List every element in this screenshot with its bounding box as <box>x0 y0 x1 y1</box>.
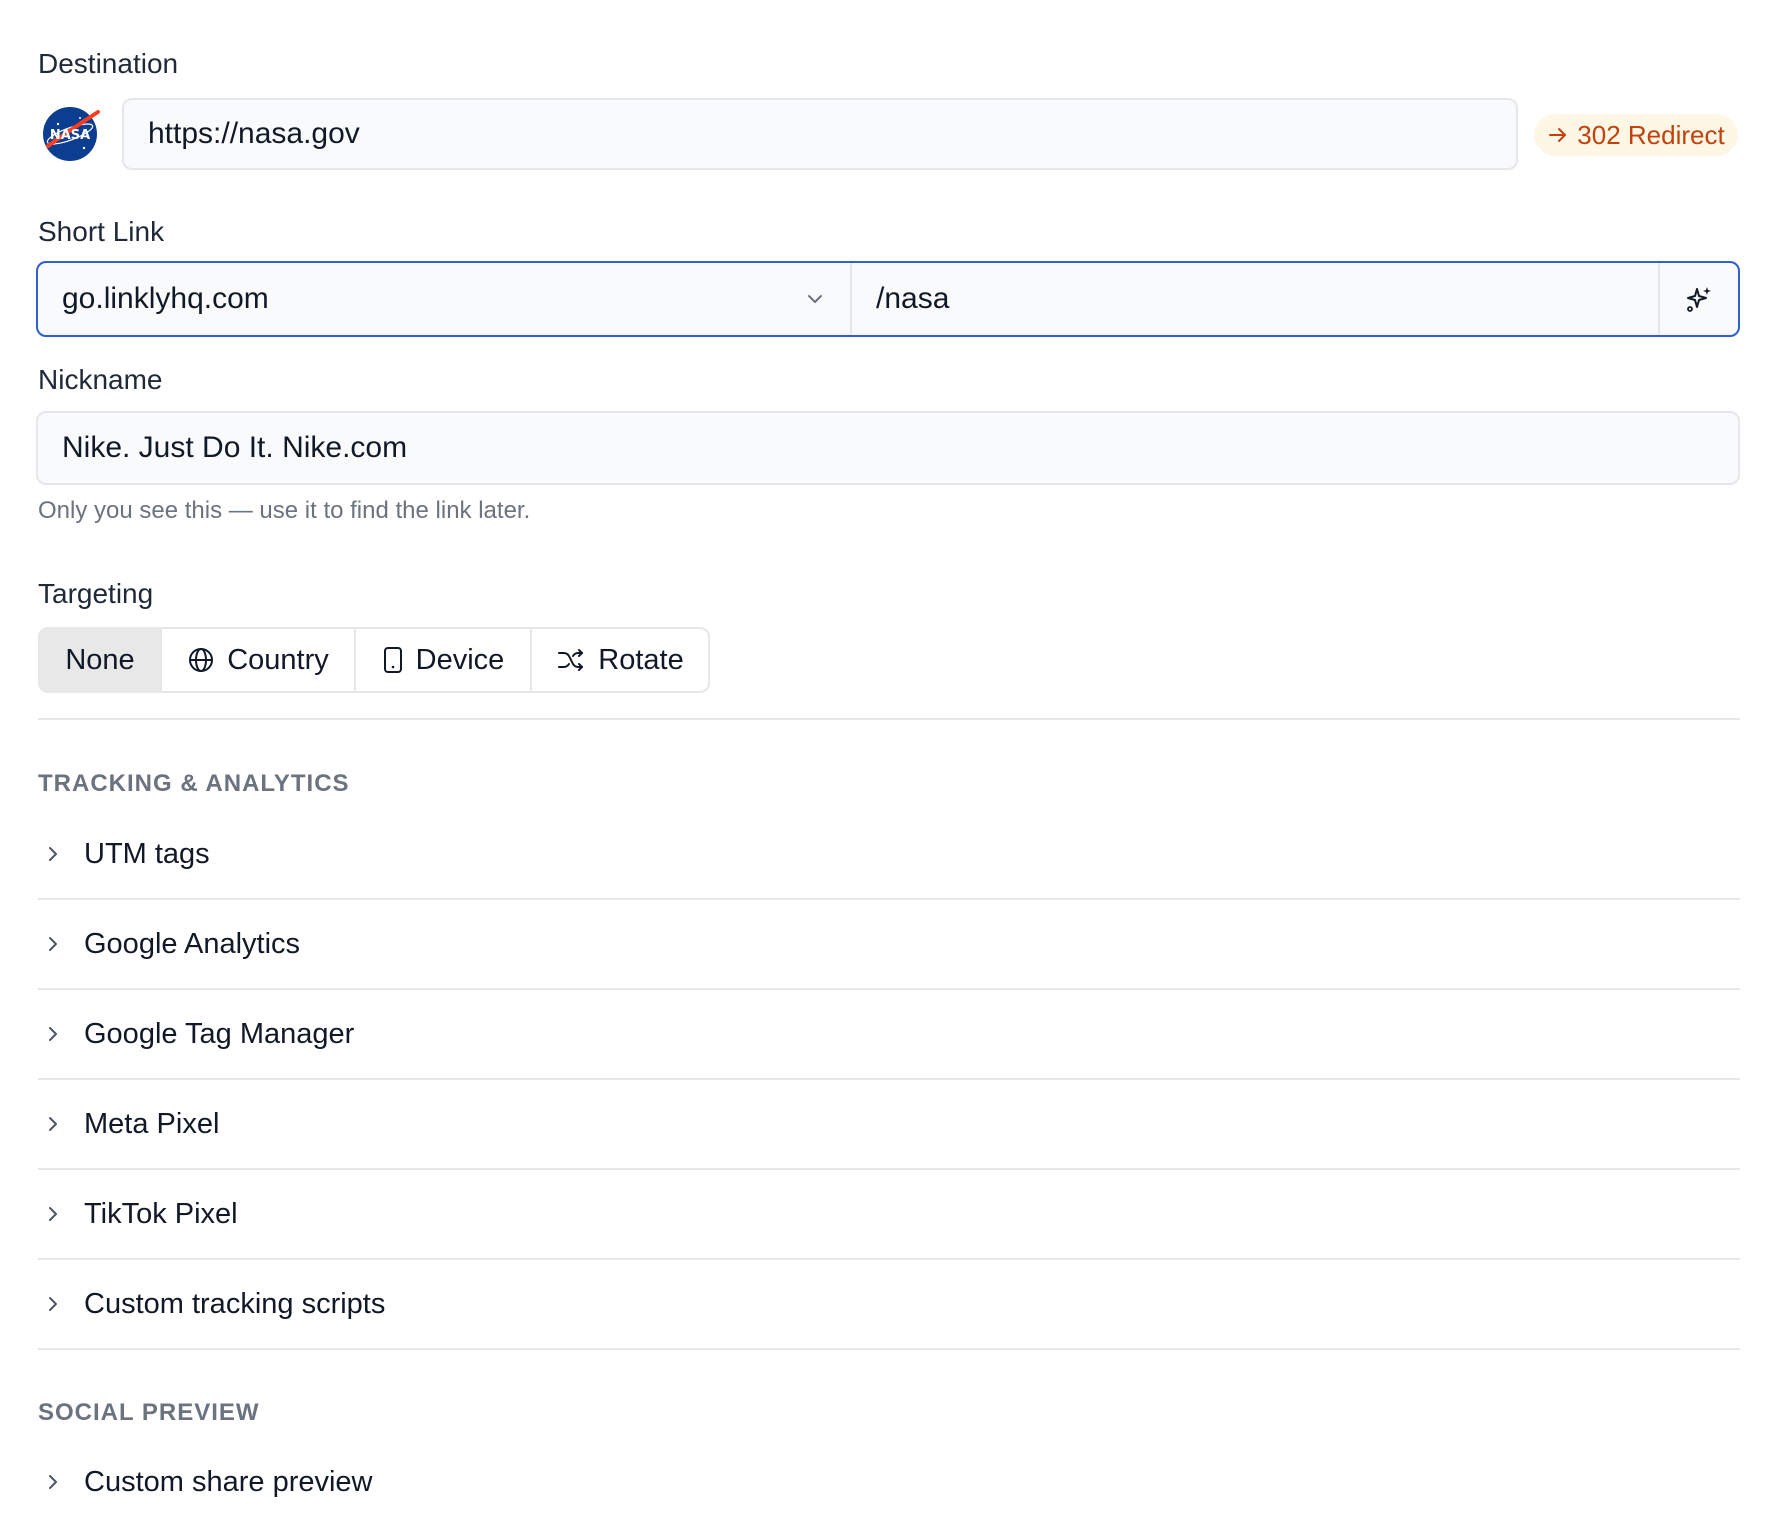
slug-input[interactable]: /nasa <box>852 263 1660 335</box>
accordion-label: Google Tag Manager <box>84 1017 355 1050</box>
chevron-right-icon <box>38 1473 84 1491</box>
sparkle-icon <box>1687 287 1711 312</box>
accordion-label: Meta Pixel <box>84 1107 220 1140</box>
accordion-meta-pixel[interactable]: Meta Pixel <box>38 1080 1740 1168</box>
row-divider <box>38 1348 1740 1350</box>
slug-value: /nasa <box>876 282 950 315</box>
accordion-label: TikTok Pixel <box>84 1197 238 1230</box>
nickname-input[interactable]: Nike. Just Do It. Nike.com <box>36 411 1740 485</box>
social-section-heading: SOCIAL PREVIEW <box>38 1399 260 1426</box>
targeting-segmented-control: None Country Device Rotate <box>38 627 710 693</box>
accordion-google-tag-manager[interactable]: Google Tag Manager <box>38 990 1740 1078</box>
arrow-right-icon <box>1549 128 1567 142</box>
accordion-tiktok-pixel[interactable]: TikTok Pixel <box>38 1170 1740 1258</box>
destination-url-input[interactable]: https://nasa.gov <box>122 98 1518 170</box>
redirect-badge[interactable]: 302 Redirect <box>1534 114 1738 156</box>
targeting-label: Targeting <box>38 578 154 609</box>
targeting-option-device[interactable]: Device <box>356 629 532 691</box>
accordion-google-analytics[interactable]: Google Analytics <box>38 900 1740 988</box>
domain-select[interactable]: go.linklyhq.com <box>38 263 852 335</box>
accordion-utm-tags[interactable]: UTM tags <box>38 810 1740 898</box>
destination-url-value: https://nasa.gov <box>148 117 360 150</box>
svg-text:NASA: NASA <box>50 128 90 143</box>
accordion-custom-tracking-scripts[interactable]: Custom tracking scripts <box>38 1260 1740 1348</box>
targeting-option-country[interactable]: Country <box>162 629 356 691</box>
shuffle-icon <box>558 649 584 671</box>
nasa-logo: NASA <box>40 104 100 164</box>
chevron-right-icon <box>38 1295 84 1313</box>
accordion-label: UTM tags <box>84 837 210 870</box>
domain-select-value: go.linklyhq.com <box>62 282 269 315</box>
nickname-label: Nickname <box>38 364 163 395</box>
phone-icon <box>383 647 402 673</box>
accordion-label: Custom share preview <box>84 1465 373 1498</box>
chevron-right-icon <box>38 1205 84 1223</box>
chevron-right-icon <box>38 845 84 863</box>
targeting-option-none[interactable]: None <box>40 629 162 691</box>
globe-icon <box>189 648 214 672</box>
accordion-label: Google Analytics <box>84 927 301 960</box>
destination-label: Destination <box>38 48 179 79</box>
nickname-helper-text: Only you see this — use it to find the l… <box>38 497 531 524</box>
targeting-option-label: None <box>65 643 135 676</box>
generate-slug-button[interactable] <box>1660 263 1738 335</box>
chevron-right-icon <box>38 1025 84 1043</box>
short-link-group: go.linklyhq.com /nasa <box>36 261 1740 337</box>
targeting-option-label: Rotate <box>598 643 684 676</box>
nickname-value: Nike. Just Do It. Nike.com <box>62 431 408 464</box>
chevron-down-icon <box>808 295 822 303</box>
redirect-badge-label: 302 Redirect <box>1577 119 1725 150</box>
targeting-option-rotate[interactable]: Rotate <box>532 629 708 691</box>
chevron-right-icon <box>38 1115 84 1133</box>
accordion-label: Custom tracking scripts <box>84 1287 386 1320</box>
targeting-option-label: Device <box>415 643 505 676</box>
tracking-section-heading: TRACKING & ANALYTICS <box>38 770 350 797</box>
section-divider <box>38 718 1740 720</box>
targeting-option-label: Country <box>227 643 329 676</box>
accordion-custom-share-preview[interactable]: Custom share preview <box>38 1438 1740 1516</box>
short-link-label: Short Link <box>38 216 165 247</box>
chevron-right-icon <box>38 935 84 953</box>
